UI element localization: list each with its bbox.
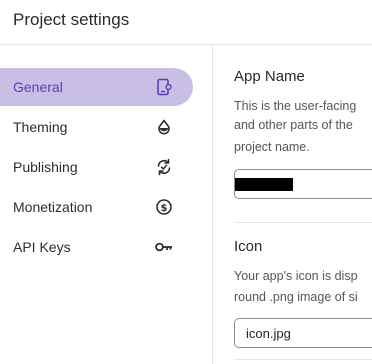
- sidebar-item-api-keys[interactable]: API Keys: [0, 228, 193, 266]
- settings-content: App Name This is the user-facing and oth…: [213, 45, 372, 364]
- divider: [234, 359, 372, 360]
- app-name-input[interactable]: [234, 169, 372, 199]
- app-name-title: App Name: [234, 68, 305, 85]
- icon-description-line: Your app's icon is disp: [234, 269, 358, 283]
- icon-description-line: round .png image of si: [234, 290, 358, 304]
- sidebar-item-label: Monetization: [13, 199, 93, 215]
- sidebar-item-publishing[interactable]: Publishing: [0, 148, 193, 186]
- svg-text:$: $: [161, 203, 168, 214]
- dollar-circle-icon: $: [154, 197, 174, 217]
- settings-sidebar: General Theming Publishing Monetization …: [0, 45, 213, 364]
- icon-file-input[interactable]: icon.jpg: [234, 318, 372, 348]
- settings-header: Project settings: [0, 0, 372, 45]
- redacted-value: [235, 178, 293, 191]
- icon-title: Icon: [234, 238, 263, 255]
- droplet-icon: [154, 117, 174, 137]
- sidebar-item-monetization[interactable]: Monetization $: [0, 188, 193, 226]
- app-name-description-line: and other parts of the: [234, 118, 353, 132]
- divider: [234, 222, 372, 223]
- sidebar-item-label: General: [13, 79, 63, 95]
- app-name-description-line: project name.: [234, 140, 310, 154]
- key-icon: [154, 237, 174, 257]
- sidebar-item-label: Publishing: [13, 159, 78, 175]
- sidebar-item-label: API Keys: [13, 239, 71, 255]
- page-title: Project settings: [13, 10, 130, 29]
- sidebar-item-theming[interactable]: Theming: [0, 108, 193, 146]
- app-name-description-line: This is the user-facing: [234, 99, 357, 113]
- phone-settings-icon: [154, 77, 174, 97]
- sync-icon: [154, 157, 174, 177]
- sidebar-item-label: Theming: [13, 119, 68, 135]
- icon-file-value: icon.jpg: [246, 326, 291, 341]
- sidebar-item-general[interactable]: General: [0, 68, 193, 106]
